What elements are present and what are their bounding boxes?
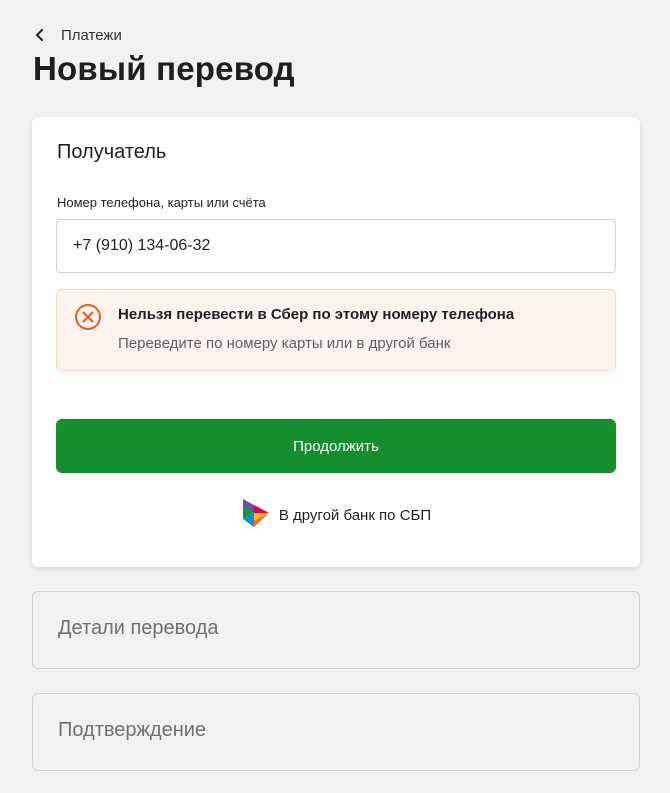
step-details-label: Детали перевода (58, 617, 219, 639)
error-title: Нельзя перевести в Сбер по этому номеру … (118, 306, 515, 323)
error-circle-x-icon (74, 303, 102, 331)
chevron-left-icon (33, 28, 47, 42)
recipient-title: Получатель (57, 141, 167, 163)
sbp-label: В другой банк по СБП (278, 506, 432, 524)
breadcrumb-label: Платежи (61, 26, 122, 44)
error-alert: Нельзя перевести в Сбер по этому номеру … (56, 289, 616, 371)
error-text: Переведите по номеру карты или в другой … (118, 335, 451, 352)
step-confirmation-label: Подтверждение (58, 719, 207, 741)
recipient-input[interactable] (56, 219, 616, 273)
sbp-transfer-link[interactable]: В другой банк по СБП (32, 497, 640, 533)
continue-button[interactable]: Продолжить (56, 419, 616, 473)
recipient-card: Получатель Номер телефона, карты или счё… (32, 117, 640, 567)
page-title: Новый перевод (33, 50, 295, 87)
step-details[interactable]: Детали перевода (32, 591, 640, 669)
step-confirmation[interactable]: Подтверждение (32, 693, 640, 771)
breadcrumb-back[interactable]: Платежи (33, 24, 122, 46)
recipient-field-label: Номер телефона, карты или счёта (57, 195, 266, 210)
sbp-logo-icon (241, 497, 271, 534)
page: Платежи Новый перевод Получатель Номер т… (0, 0, 670, 793)
